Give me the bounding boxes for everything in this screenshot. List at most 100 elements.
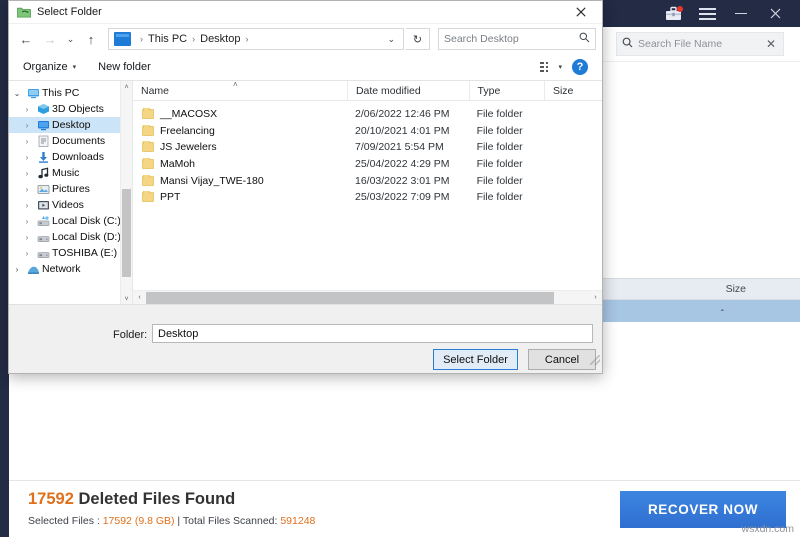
- file-row[interactable]: JS Jewelers7/09/2021 5:54 PMFile folder: [133, 139, 602, 156]
- column-header-size[interactable]: Size: [544, 81, 602, 101]
- dialog-search-input[interactable]: Search Desktop: [438, 28, 596, 50]
- column-header-name[interactable]: Name ˄: [133, 81, 347, 101]
- column-header-date-modified[interactable]: Date modified: [347, 81, 469, 101]
- resize-grip[interactable]: [590, 355, 600, 365]
- forward-button[interactable]: →: [39, 28, 61, 50]
- breadcrumb-separator-0: ›: [140, 34, 143, 44]
- file-date-modified: 7/09/2021 5:54 PM: [347, 141, 469, 153]
- navigation-tree: ⌄This PC › 3D Objects › Desktop › Documents ›Do…: [9, 81, 133, 304]
- tree-item-pictures[interactable]: ›Pictures: [9, 181, 132, 197]
- folder-icon: [142, 126, 154, 136]
- tree-item-local-disk-c[interactable]: ›Local Disk (C:): [9, 213, 132, 229]
- refresh-button[interactable]: ↻: [406, 28, 430, 50]
- downloads-icon: [35, 151, 52, 163]
- dialog-title: Select Folder: [37, 6, 102, 18]
- minimize-button[interactable]: [724, 0, 758, 27]
- back-button[interactable]: ←: [15, 28, 37, 50]
- tree-item-label: Documents: [52, 135, 105, 147]
- file-name-search[interactable]: Search File Name ✕: [616, 32, 784, 56]
- file-row[interactable]: PPT25/03/2022 7:09 PMFile folder: [133, 189, 602, 206]
- up-button[interactable]: ↑: [80, 28, 102, 50]
- size-column-header[interactable]: Size: [726, 283, 746, 295]
- tree-expander-icon[interactable]: ›: [19, 121, 35, 130]
- file-name: Freelancing: [160, 125, 215, 137]
- scroll-thumb[interactable]: [122, 189, 131, 277]
- column-header-name-label: Name: [141, 85, 169, 97]
- tree-expander-icon[interactable]: ›: [19, 105, 35, 114]
- tree-item-local-disk-d[interactable]: › Local Disk (D:): [9, 229, 132, 245]
- file-date-modified: 2/06/2022 12:46 PM: [347, 108, 469, 120]
- breadcrumb-item-desktop[interactable]: Desktop: [200, 33, 240, 45]
- tree-item-toshiba-e[interactable]: › TOSHIBA (E:): [9, 245, 132, 261]
- watermark: wsxdn.com: [741, 523, 794, 535]
- tree-item-3d-objects[interactable]: › 3D Objects: [9, 101, 132, 117]
- tree-vertical-scrollbar[interactable]: ˄ ˅: [120, 81, 132, 304]
- tree-expander-icon[interactable]: ›: [19, 201, 35, 210]
- status-separator: |: [175, 515, 183, 527]
- tree-item-documents[interactable]: › Documents: [9, 133, 132, 149]
- file-row[interactable]: MaMoh25/04/2022 4:29 PMFile folder: [133, 156, 602, 173]
- tree-item-label: 3D Objects: [52, 103, 104, 115]
- file-row[interactable]: Mansi Vijay_TWE-18016/03/2022 3:01 PMFil…: [133, 172, 602, 189]
- clear-search-icon[interactable]: ✕: [764, 38, 778, 50]
- tree-expander-icon[interactable]: ›: [19, 185, 35, 194]
- tree-expander-icon[interactable]: ›: [19, 249, 35, 258]
- column-header-type[interactable]: Type: [469, 81, 544, 101]
- file-row[interactable]: Freelancing 20/10/2021 4:01 PMFile folder: [133, 123, 602, 140]
- file-list-horizontal-scrollbar[interactable]: ‹ ›: [133, 290, 602, 304]
- file-row[interactable]: __MACOSX2/06/2022 12:46 PMFile folder: [133, 106, 602, 123]
- tree-expander-icon[interactable]: ›: [19, 169, 35, 178]
- tree-expander-icon[interactable]: ›: [19, 153, 35, 162]
- view-chevron-down-icon[interactable]: ▾: [558, 63, 562, 71]
- recent-locations-button[interactable]: ⌄: [63, 28, 78, 50]
- hamburger-menu-icon[interactable]: [690, 0, 724, 27]
- search-icon: [622, 35, 633, 53]
- dialog-navigation-bar: ← → ⌄ ↑ › This PC › Desktop › ⌄ ↻ Search…: [9, 24, 602, 54]
- file-name: PPT: [160, 191, 180, 203]
- tree-item-label: TOSHIBA (E:): [52, 247, 117, 259]
- file-name-search-placeholder: Search File Name: [638, 38, 759, 50]
- tree-item-downloads[interactable]: ›Downloads: [9, 149, 132, 165]
- new-folder-button[interactable]: New folder: [98, 61, 151, 73]
- tree-expander-icon[interactable]: ›: [9, 265, 25, 274]
- dialog-close-button[interactable]: [560, 1, 602, 24]
- help-icon[interactable]: ?: [572, 59, 588, 75]
- tree-expander-icon[interactable]: ⌄: [9, 89, 25, 98]
- tree-item-label: Desktop: [52, 119, 91, 131]
- organize-menu[interactable]: Organize ▾: [23, 61, 76, 73]
- tree-expander-icon[interactable]: ›: [19, 233, 35, 242]
- this-pc-icon: [114, 32, 131, 46]
- folder-name-input[interactable]: Desktop: [152, 324, 593, 343]
- organize-label: Organize: [23, 61, 68, 73]
- hscroll-track[interactable]: [146, 291, 589, 305]
- tree-expander-icon[interactable]: ›: [19, 217, 35, 226]
- hscroll-thumb[interactable]: [146, 292, 554, 304]
- close-button[interactable]: [758, 0, 792, 27]
- tree-item-videos[interactable]: ›Videos: [9, 197, 132, 213]
- tree-item-label: Local Disk (D:): [52, 231, 121, 243]
- sort-ascending-icon: ˄: [233, 81, 238, 89]
- file-type: File folder: [469, 125, 544, 137]
- breadcrumb-dropdown-icon[interactable]: ⌄: [381, 34, 401, 45]
- tree-item-desktop[interactable]: › Desktop: [9, 117, 132, 133]
- breadcrumb-item-this-pc[interactable]: This PC: [148, 33, 187, 45]
- cancel-button[interactable]: Cancel: [528, 349, 596, 370]
- file-type: File folder: [469, 191, 544, 203]
- breadcrumb[interactable]: › This PC › Desktop › ⌄: [108, 28, 404, 50]
- file-type: File folder: [469, 108, 544, 120]
- tree-item-network[interactable]: ›Network: [9, 261, 132, 277]
- tree-item-music[interactable]: ›Music: [9, 165, 132, 181]
- scanned-files-label: Total Files Scanned:: [183, 515, 280, 527]
- file-list-header: Name ˄ Date modified Type Size: [133, 81, 602, 101]
- select-folder-button[interactable]: Select Folder: [433, 349, 518, 370]
- toolbox-icon[interactable]: [656, 0, 690, 27]
- scroll-left-arrow[interactable]: ‹: [133, 294, 146, 301]
- music-icon: [35, 167, 52, 179]
- scroll-down-arrow[interactable]: ˅: [121, 293, 132, 304]
- scroll-right-arrow[interactable]: ›: [589, 294, 602, 301]
- file-date-modified: 20/10/2021 4:01 PM: [347, 125, 469, 137]
- view-layout-icon[interactable]: [540, 62, 548, 72]
- tree-expander-icon[interactable]: ›: [19, 137, 35, 146]
- tree-item-this-pc[interactable]: ⌄This PC: [9, 85, 132, 101]
- scroll-up-arrow[interactable]: ˄: [121, 81, 132, 93]
